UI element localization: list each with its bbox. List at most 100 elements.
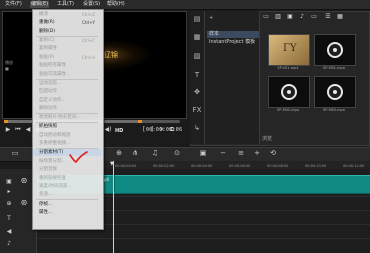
thumbnail-audio[interactable] (268, 76, 310, 108)
folder-samples[interactable]: 样本 (207, 31, 259, 38)
preview-caption: 辽锦 (104, 51, 118, 59)
audio-disc-icon (327, 84, 343, 100)
thumb-view-icon[interactable]: ▦ (336, 13, 344, 21)
record-icon[interactable]: ⊕ (114, 149, 124, 158)
menu-option-label: 速度/时间流逝... (39, 184, 72, 189)
auto-music-icon[interactable]: ♫ (150, 149, 160, 158)
overlay-track-lock-icon[interactable]: ⊛ (19, 198, 29, 208)
video-track-lock-icon[interactable]: ⊛ (19, 176, 29, 186)
show-video-icon[interactable]: ▥ (274, 13, 282, 21)
menu-option[interactable]: 撤消 Ctrl+Z (33, 11, 101, 18)
add-folder-button[interactable]: + (209, 15, 213, 21)
menu-option[interactable]: 重做(R) Ctrl+Y (33, 19, 101, 26)
title-icon[interactable]: T (192, 71, 202, 80)
play-icon[interactable]: ▶ (4, 126, 12, 134)
menu-option[interactable]: 运动追踪... (33, 80, 101, 87)
menu-option[interactable]: 重新链接检查 (33, 175, 101, 182)
thumbnail-audio[interactable] (314, 34, 356, 66)
menu-option[interactable]: 自定义动作... (33, 97, 101, 104)
trim-start-handle[interactable] (4, 120, 8, 123)
menu-option[interactable]: 匹配动作 (33, 88, 101, 95)
overlay-track-icon[interactable]: ⊕ (5, 200, 13, 208)
thumbnail-glyph: ΓY (283, 43, 297, 54)
path-icon[interactable]: ↳ (192, 124, 202, 133)
music-track-icon[interactable]: ♪ (5, 240, 13, 248)
fit-project-icon[interactable]: ⟲ (268, 149, 278, 158)
thumbnail-label: SP-M01.mpa (323, 66, 345, 70)
media-icon[interactable]: ▤ (192, 15, 202, 24)
title-track-icon[interactable]: T (5, 215, 13, 223)
menu-option[interactable]: 分割音频 (33, 166, 101, 173)
menu-option-label: 粘贴所有属性 (39, 63, 66, 69)
menu-settings[interactable]: 设置(S) (82, 1, 101, 8)
menu-option[interactable]: 删除动作 (33, 105, 101, 112)
menu-option-label: 按场景分割... (39, 158, 66, 164)
ruler-tick: 00:00:10:00 (305, 164, 327, 168)
show-audio-icon[interactable]: ♪ (298, 13, 306, 21)
instant-project-icon[interactable]: ▦ (192, 33, 202, 42)
home-icon[interactable]: ⏮ (14, 126, 22, 134)
trim-end-handle[interactable] (138, 120, 142, 123)
menu-option-shortcut: Ctrl+C (81, 38, 95, 43)
audio-disc-icon (281, 84, 297, 100)
list-view-icon[interactable]: ☰ (324, 13, 332, 21)
menu-option-label: 自动摇动和缩放 (39, 132, 71, 138)
volume-icon[interactable]: ◀) (104, 126, 112, 134)
zoom-out-icon[interactable]: − (218, 149, 228, 158)
menu-option[interactable]: 抓拍快照 (33, 123, 101, 130)
menu-option-shortcut: Ctrl+Z (81, 12, 95, 17)
prev-frame-icon[interactable]: ◀ (24, 126, 32, 134)
fx-icon[interactable]: FX (192, 106, 202, 115)
add-folder-label: + (209, 15, 214, 21)
menu-option[interactable]: 删除(D) (33, 28, 101, 35)
show-photo-icon[interactable]: ▣ (286, 13, 294, 21)
motion-track-icon[interactable]: ⊙ (172, 149, 182, 158)
ruler-tick: 00:00:02:00 (153, 164, 175, 168)
playhead-knob-icon[interactable]: ▼ (110, 161, 114, 167)
menu-option[interactable]: 停帧... (33, 201, 101, 208)
menu-option[interactable]: 多重修整视频... (33, 140, 101, 147)
menu-option[interactable]: 复制(C) Ctrl+C (33, 37, 101, 44)
menu-option[interactable]: 更改照片/色彩区间... (33, 114, 101, 121)
menu-file[interactable]: 文件(F) (4, 1, 23, 8)
track-divider (37, 238, 370, 239)
menu-option-label: 复制(C) (39, 38, 55, 43)
menu-option[interactable]: 按场景分割... (33, 158, 101, 165)
overlay-track-toggle-icon[interactable]: ▸ (5, 188, 13, 196)
thumbnail-video[interactable]: ΓY (268, 34, 310, 66)
zoom-slider-icon[interactable]: ≡ (236, 149, 246, 158)
sort-icon[interactable]: ▭ (310, 13, 318, 21)
video-track-icon[interactable]: ▣ (5, 178, 13, 186)
hd-label[interactable]: HD (115, 128, 123, 134)
thumbnail-audio[interactable] (314, 76, 356, 108)
import-folder-icon[interactable]: ▭ (262, 13, 270, 21)
menu-help[interactable]: 帮助(H) (106, 1, 126, 8)
menu-option[interactable]: 自动摇动和缩放 (33, 132, 101, 139)
voice-track-icon[interactable]: ◀ (5, 228, 13, 236)
menu-option[interactable]: 粘贴所有属性 (33, 62, 101, 69)
transition-icon[interactable]: ▧ (192, 52, 202, 61)
menu-option[interactable]: 粘贴(P) Ctrl+V (33, 54, 101, 61)
menu-option[interactable]: 速度/时间流逝... (33, 183, 101, 190)
menu-option-label: 删除(D) (39, 28, 55, 34)
zoom-in-icon[interactable]: + (252, 149, 262, 158)
graphics-icon[interactable]: ✥ (192, 88, 202, 97)
library-status[interactable]: 浏览 (262, 135, 272, 142)
mixer-icon[interactable]: ⋔ (130, 149, 140, 158)
subtitle-icon[interactable]: ▣ (198, 149, 208, 158)
menu-option-label: 粘贴(P) (39, 54, 55, 60)
menu-option[interactable]: 变速... (33, 191, 101, 198)
menu-edit[interactable]: 编辑(E) (30, 1, 50, 8)
menu-option[interactable]: 粘贴可选属性... (33, 71, 101, 78)
menu-option[interactable]: 分割素材(T) (33, 149, 101, 157)
storyboard-view-icon[interactable]: ▭ (10, 149, 20, 158)
menu-option-label: 删除动作 (39, 106, 57, 111)
playhead[interactable] (113, 161, 114, 253)
timecode-display[interactable]: 00:00:00:06 (146, 127, 182, 133)
menu-tools[interactable]: 工具(T) (56, 1, 75, 8)
folder-instantproject[interactable]: InstantProject 模板 (207, 39, 259, 46)
menu-option[interactable]: 属性... (33, 209, 101, 216)
menu-option-shortcut: Ctrl+V (81, 54, 95, 60)
ruler-tick: 00:00:04:00 (191, 164, 213, 168)
menu-option[interactable]: 复制属性 (33, 45, 101, 52)
